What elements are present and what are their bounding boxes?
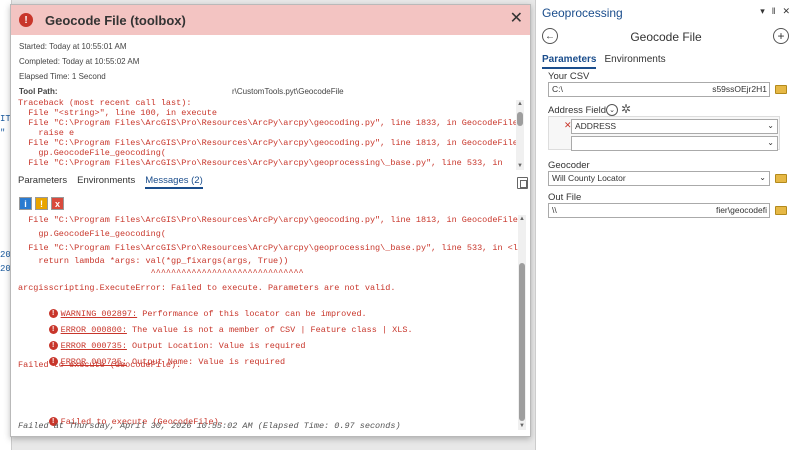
scroll-thumb[interactable] (519, 263, 525, 421)
your-csv-input[interactable]: C:\ s59ssOEjr2H1 (548, 82, 770, 97)
geocoder-value: Will County Locator (552, 173, 626, 183)
folder-icon[interactable] (775, 206, 787, 215)
scroll-up-icon[interactable]: ▲ (516, 100, 524, 108)
dialog-title: Geocode File (toolbox) (45, 12, 186, 28)
your-csv-value-left: C:\ (552, 84, 563, 94)
geocode-file-dialog: ! Geocode File (toolbox) ✕ Started: Toda… (10, 4, 531, 437)
address-field-label: Address Field (548, 105, 607, 116)
pane-controls: ▾ ‖ ✕ (760, 6, 790, 17)
tab-environments[interactable]: Environments (604, 54, 665, 69)
messages-panel: File "C:\Program Files\ArcGIS\Pro\Resour… (18, 215, 526, 433)
back-arrow-icon[interactable]: ← (542, 28, 558, 44)
scroll-thumb[interactable] (517, 112, 523, 126)
tab-environments[interactable]: Environments (77, 175, 135, 189)
geoprocessing-pane: Geoprocessing ▾ ‖ ✕ ← Geocode File + Par… (535, 0, 796, 450)
chevron-down-icon[interactable]: ⌄ (767, 138, 774, 147)
message-line: ^^^^^^^^^^^^^^^^^^^^^^^^^^^^^^ (18, 268, 304, 278)
tool-path-value: r\CustomTools.pyt\GeocodeFile (232, 87, 344, 96)
traceback-output: Traceback (most recent call last): File … (18, 98, 526, 168)
address-field-empty-select[interactable]: ⌄ (571, 136, 778, 151)
gear-icon[interactable]: ✲ (621, 102, 631, 116)
close-icon[interactable]: ✕ (782, 6, 790, 17)
geocoder-select[interactable]: Will County Locator ⌄ (548, 171, 770, 186)
chevron-down-icon[interactable]: ⌄ (759, 173, 766, 182)
your-csv-value-right: s59ssOEjr2H1 (712, 84, 767, 94)
bg-code-text: " (0, 128, 6, 138)
failure-footer: Failed at Thursday, April 30, 2026 10:55… (18, 421, 401, 431)
out-file-value-right: fier\geocodefi (715, 205, 767, 215)
address-field-value: ADDRESS (575, 121, 617, 131)
out-file-label: Out File (548, 192, 582, 203)
address-field-list: ✕ ADDRESS ⌄ ⌄ (548, 116, 780, 151)
message-line: File "C:\Program Files\ArcGIS\Pro\Resour… (18, 215, 518, 225)
error-icon: ! (19, 13, 33, 27)
elapsed-time: Elapsed Time: 1 Second (19, 72, 106, 81)
add-icon[interactable]: + (773, 28, 789, 44)
chevron-down-icon[interactable]: ⌄ (767, 121, 774, 130)
scroll-down-icon[interactable]: ▼ (516, 162, 524, 170)
chevron-down-icon[interactable]: ⌄ (606, 104, 618, 116)
copy-icon[interactable] (517, 177, 528, 189)
tab-messages[interactable]: Messages (2) (145, 175, 203, 189)
folder-icon[interactable] (775, 85, 787, 94)
tool-path: Tool Path: r\CustomTools.pyt\GeocodeFile (19, 84, 522, 99)
pane-title-bar: Geoprocessing ▾ ‖ ✕ (536, 0, 796, 25)
pane-title: Geoprocessing (542, 5, 623, 20)
pane-tabs: Parameters Environments (536, 54, 796, 69)
pin-icon[interactable]: ‖ (772, 6, 776, 17)
message-line: File "C:\Program Files\ArcGIS\Pro\Resour… (18, 243, 526, 253)
your-csv-label: Your CSV (548, 71, 590, 82)
failed-message: Failed to execute (GeocodeFile). (18, 360, 182, 370)
message-filters: i ! x (19, 197, 64, 210)
message-line: return lambda *args: val(*gp_fixargs(arg… (18, 256, 289, 266)
execute-error-line: arcgisscripting.ExecuteError: Failed to … (18, 283, 396, 293)
message-line: gp.GeocodeFile_geocoding( (18, 229, 166, 239)
messages-scrollbar[interactable]: ▲ ▼ (518, 215, 526, 430)
scroll-up-icon[interactable]: ▲ (518, 215, 526, 223)
error-filter-button[interactable]: x (51, 197, 64, 210)
folder-icon[interactable] (775, 174, 787, 183)
tab-parameters[interactable]: Parameters (18, 175, 67, 189)
traceback-line: File "C:\Program Files\ArcGIS\Pro\Resour… (18, 118, 518, 128)
pane-options-icon[interactable]: ▾ (760, 6, 765, 17)
started-time: Started: Today at 10:55:01 AM (19, 42, 127, 51)
dialog-header: ! Geocode File (toolbox) ✕ (11, 5, 530, 35)
tab-parameters[interactable]: Parameters (542, 54, 597, 69)
out-file-input[interactable]: \\ fier\geocodefi (548, 203, 770, 218)
geocoder-label: Geocoder (548, 160, 590, 171)
warning-filter-button[interactable]: ! (35, 197, 48, 210)
address-field-select[interactable]: ADDRESS ⌄ (571, 119, 778, 134)
dialog-tabs: Parameters Environments Messages (2) (18, 175, 203, 189)
traceback-scrollbar[interactable]: ▲ ▼ (516, 100, 524, 170)
tool-header: ← Geocode File + (536, 25, 796, 49)
completed-time: Completed: Today at 10:55:02 AM (19, 57, 140, 66)
traceback-line: File "C:\Program Files\ArcGIS\Pro\Resour… (18, 158, 503, 168)
out-file-value-left: \\ (552, 205, 557, 215)
info-filter-button[interactable]: i (19, 197, 32, 210)
run-metadata: Started: Today at 10:55:01 AM Completed:… (11, 35, 530, 99)
tool-name: Geocode File (630, 30, 702, 44)
tool-path-label: Tool Path: (19, 87, 58, 96)
close-icon[interactable]: ✕ (510, 11, 523, 27)
scroll-down-icon[interactable]: ▼ (518, 422, 526, 430)
